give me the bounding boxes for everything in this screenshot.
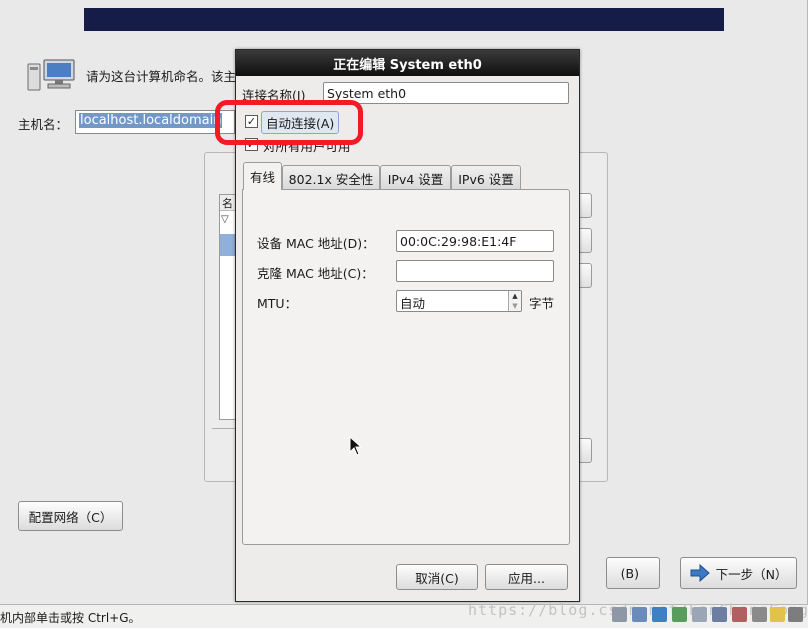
device-mac-input[interactable] (396, 230, 554, 252)
tray-message-icon[interactable] (788, 607, 803, 622)
all-users-checkbox[interactable]: ✓ (245, 138, 258, 151)
hostname-value: localhost.localdomain (79, 113, 223, 128)
connection-name-input[interactable] (323, 82, 569, 104)
tray-network-icon[interactable] (652, 607, 667, 622)
tray-printer-icon[interactable] (752, 607, 767, 622)
hostname-prompt: 请为这台计算机命名。该主 (86, 69, 237, 84)
tab-8021x-security[interactable]: 802.1x 安全性 (282, 165, 380, 190)
configure-network-button[interactable]: 配置网络（C） (18, 501, 123, 531)
connection-name-label: 连接名称(I) (242, 88, 306, 103)
spin-up-icon[interactable]: ▲ (508, 291, 521, 301)
mouse-cursor-icon (349, 436, 363, 456)
arrow-right-icon (690, 564, 710, 582)
hostname-input[interactable]: localhost.localdomain (75, 110, 235, 134)
expand-arrow-icon[interactable]: ▽ (221, 214, 229, 225)
spin-down-icon[interactable]: ▼ (508, 301, 521, 311)
apply-button[interactable]: 应用... (485, 564, 568, 590)
tab-ipv6-settings[interactable]: IPv6 设置 (451, 165, 521, 190)
tray-cd-icon[interactable] (632, 607, 647, 622)
device-mac-label: 设备 MAC 地址(D)： (257, 236, 375, 251)
computer-icon (27, 59, 75, 91)
check-icon: ✓ (246, 115, 257, 128)
tray-record-icon[interactable] (732, 607, 747, 622)
all-users-label[interactable]: 对所有用户可用 (263, 136, 351, 155)
hostname-label: 主机名： (18, 117, 69, 132)
tray-usb-icon[interactable] (672, 607, 687, 622)
installer-banner (84, 8, 724, 31)
auto-connect-label[interactable]: 自动连接(A) (261, 111, 340, 134)
mtu-value[interactable]: 自动 (400, 293, 425, 312)
tray-folder-icon[interactable] (770, 607, 785, 622)
auto-connect-checkbox[interactable]: ✓ (245, 115, 258, 128)
mtu-label: MTU： (257, 296, 298, 311)
tab-wired[interactable]: 有线 (243, 162, 282, 190)
next-button[interactable]: 下一步（N） (680, 557, 797, 589)
cloned-mac-input[interactable] (396, 260, 554, 282)
cancel-button[interactable]: 取消(C) (396, 564, 478, 590)
tab-ipv4-settings[interactable]: IPv4 设置 (380, 165, 451, 190)
status-text: 机内部单击或按 Ctrl+G。 (0, 611, 141, 625)
tray-device-icon[interactable] (692, 607, 707, 622)
mtu-unit-label: 字节 (529, 296, 555, 311)
dialog-title[interactable]: 正在编辑 System eth0 (236, 50, 579, 76)
tray-disk-icon[interactable] (612, 607, 627, 622)
back-button[interactable]: (B) (606, 557, 660, 589)
cloned-mac-label: 克隆 MAC 地址(C)： (257, 266, 374, 281)
next-button-label: 下一步（N） (715, 566, 788, 582)
check-icon: ✓ (246, 138, 257, 151)
tray-display-icon[interactable] (712, 607, 727, 622)
